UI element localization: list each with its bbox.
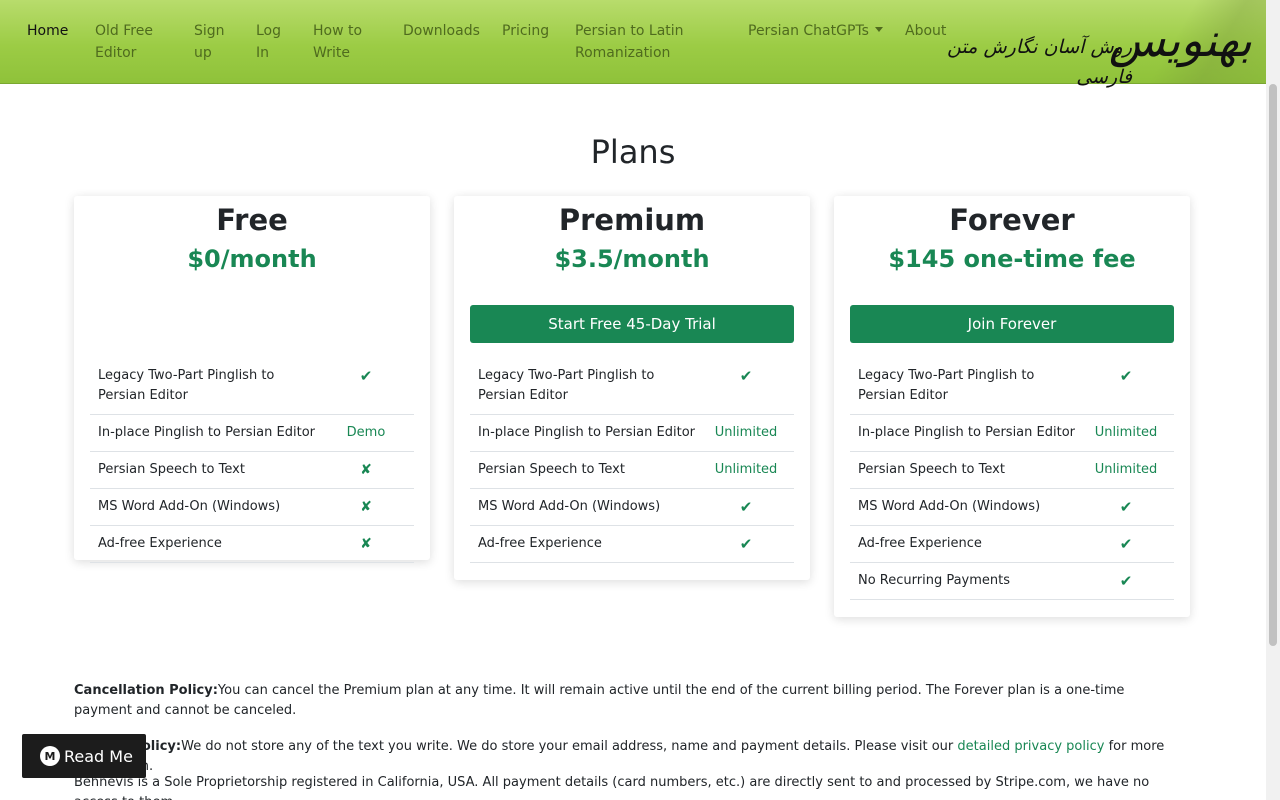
feature-row: Legacy Two-Part Pinglish to Persian Edit… <box>470 358 794 415</box>
feature-name: Persian Speech to Text <box>858 462 1005 477</box>
check-icon: ✔ <box>739 535 753 553</box>
nav-log-in[interactable]: Log In <box>256 20 281 64</box>
site-logo[interactable]: روش آسان نگارش متن فارسی بهنویس <box>936 0 1266 88</box>
feature-name: No Recurring Payments <box>858 573 1011 588</box>
plan-name: Free <box>216 203 288 237</box>
check-icon: ✔ <box>739 498 753 516</box>
privacy-policy-link[interactable]: detailed privacy policy <box>957 739 1104 754</box>
feature-row: MS Word Add-On (Windows) ✔ <box>850 489 1174 526</box>
business-info: Behnevis is a Sole Proprietorship regist… <box>74 775 1150 800</box>
nav-persian-chatgpts-dropdown[interactable]: Persian ChatGPTs <box>748 20 883 42</box>
logo-tagline: روش آسان نگارش متن فارسی <box>947 36 1132 88</box>
cancellation-policy-text: You can cancel the Premium plan at any t… <box>74 683 1125 718</box>
nav-persian-to-latin[interactable]: Persian to Latin Romanization <box>575 20 684 64</box>
plan-card-premium: Premium $3.5/month Start Free 45-Day Tri… <box>454 196 810 580</box>
feature-row: In-place Pinglish to Persian Editor Unlim… <box>470 415 794 452</box>
feature-name: Ad-free Experience <box>858 536 982 551</box>
nav-old-free-editor[interactable]: Old Free Editor <box>95 20 153 64</box>
nav-how-to-write[interactable]: How to Write <box>313 20 362 64</box>
cross-icon: ✘ <box>360 462 372 478</box>
plan-card-forever: Forever $145 one-time fee Join Forever L… <box>834 196 1190 617</box>
feature-name: In-place Pinglish to Persian Editor <box>478 425 695 440</box>
feature-list: Legacy Two-Part Pinglish to Persian Edit… <box>470 358 794 563</box>
feature-name: Ad-free Experience <box>478 536 602 551</box>
nav-pricing[interactable]: Pricing <box>502 20 549 42</box>
read-me-button[interactable]: M Read Me <box>22 734 146 778</box>
feature-name: MS Word Add-On (Windows) <box>478 499 661 514</box>
check-icon: ✔ <box>1119 367 1133 385</box>
logo-text: بهنویس <box>1108 13 1252 67</box>
feature-value: Unlimited <box>1094 425 1158 440</box>
scrollbar-thumb[interactable] <box>1269 84 1277 646</box>
feature-row: Persian Speech to Text Unlimited <box>470 452 794 489</box>
feature-list: Legacy Two-Part Pinglish to Persian Edit… <box>90 358 414 563</box>
feature-name: MS Word Add-On (Windows) <box>98 499 281 514</box>
cross-icon: ✘ <box>360 536 372 552</box>
feature-name: Persian Speech to Text <box>478 462 625 477</box>
nav-downloads[interactable]: Downloads <box>403 20 480 42</box>
page-title: Plans <box>590 133 676 171</box>
feature-value: Unlimited <box>714 462 778 477</box>
feature-row: Persian Speech to Text ✘ <box>90 452 414 489</box>
join-forever-button[interactable]: Join Forever <box>850 305 1174 343</box>
feature-row: No Recurring Payments ✔ <box>850 563 1174 600</box>
page-scrollbar[interactable] <box>1266 0 1280 800</box>
feature-row: Legacy Two-Part Pinglish to Persian Edit… <box>850 358 1174 415</box>
feature-name: In-place Pinglish to Persian Editor <box>98 425 315 440</box>
feature-value: Unlimited <box>1094 462 1158 477</box>
check-icon: ✔ <box>1119 535 1133 553</box>
feature-name: Ad-free Experience <box>98 536 222 551</box>
check-icon: ✔ <box>1119 498 1133 516</box>
cancellation-policy-label: Cancellation Policy: <box>74 683 218 698</box>
feature-row: In-place Pinglish to Persian Editor Demo <box>90 415 414 452</box>
feature-row: Ad-free Experience ✘ <box>90 526 414 563</box>
cross-icon: ✘ <box>360 499 372 515</box>
feature-row: In-place Pinglish to Persian Editor Unlim… <box>850 415 1174 452</box>
check-icon: ✔ <box>739 367 753 385</box>
feature-row: MS Word Add-On (Windows) ✘ <box>90 489 414 526</box>
feature-name: Legacy Two-Part Pinglish to Persian Edit… <box>858 368 1035 403</box>
privacy-policy-text: We do not store any of the text you writ… <box>181 739 958 754</box>
plan-price: $0/month <box>187 245 317 273</box>
readme-logo-icon: M <box>40 746 60 766</box>
plan-price: $3.5/month <box>554 245 710 273</box>
feature-value: Demo <box>346 425 386 440</box>
nav-persian-chatgpts-label: Persian ChatGPTs <box>748 23 869 39</box>
caret-down-icon <box>874 26 883 32</box>
top-navbar: Home Old Free Editor Sign up Log In How … <box>0 0 1266 88</box>
feature-name: In-place Pinglish to Persian Editor <box>858 425 1075 440</box>
plan-name: Premium <box>558 203 706 237</box>
privacy-policy: Privacy Policy:We do not store any of th… <box>74 737 1184 777</box>
plan-price: $145 one-time fee <box>888 245 1136 273</box>
feature-value: Unlimited <box>714 425 778 440</box>
check-icon: ✔ <box>1119 572 1133 590</box>
feature-row: Ad-free Experience ✔ <box>850 526 1174 563</box>
feature-row: Legacy Two-Part Pinglish to Persian Edit… <box>90 358 414 415</box>
cancellation-policy: Cancellation Policy:You can cancel the P… <box>74 681 1184 721</box>
feature-name: MS Word Add-On (Windows) <box>858 499 1041 514</box>
nav-sign-up[interactable]: Sign up <box>194 20 225 64</box>
nav-home[interactable]: Home <box>27 20 68 42</box>
feature-list: Legacy Two-Part Pinglish to Persian Edit… <box>850 358 1174 600</box>
feature-row: Ad-free Experience ✔ <box>470 526 794 563</box>
read-me-label: Read Me <box>64 746 133 766</box>
check-icon: ✔ <box>359 367 373 385</box>
feature-name: Legacy Two-Part Pinglish to Persian Edit… <box>478 368 655 403</box>
feature-row: Persian Speech to Text Unlimited <box>850 452 1174 489</box>
feature-name: Persian Speech to Text <box>98 462 245 477</box>
start-trial-button[interactable]: Start Free 45-Day Trial <box>470 305 794 343</box>
feature-row: MS Word Add-On (Windows) ✔ <box>470 489 794 526</box>
plan-name: Forever <box>949 203 1075 237</box>
plan-card-free: Free $0/month Legacy Two-Part Pinglish t… <box>74 196 430 563</box>
feature-name: Legacy Two-Part Pinglish to Persian Edit… <box>98 368 275 403</box>
